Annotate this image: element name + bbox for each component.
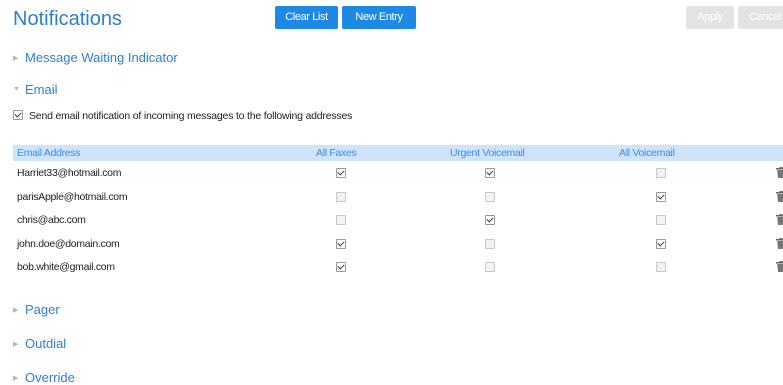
new-entry-button[interactable]: New Entry — [342, 6, 416, 29]
all-voicemail-checkbox[interactable] — [656, 262, 666, 272]
urgent-voicemail-checkbox[interactable] — [485, 262, 495, 272]
urgent-voicemail-checkbox[interactable] — [485, 168, 495, 178]
all-faxes-checkbox[interactable] — [336, 238, 346, 249]
table-row: john.doe@domain.com — [13, 234, 783, 254]
section-message-waiting-indicator[interactable]: ▶ Message Waiting Indicator — [13, 50, 178, 65]
all-faxes-checkbox[interactable] — [336, 168, 346, 178]
triangle-right-icon: ▶ — [13, 54, 19, 62]
email-table-header: Email Address All Faxes Urgent Voicemail… — [13, 145, 783, 161]
cancel-button[interactable]: Cancel — [738, 6, 783, 29]
clear-list-button[interactable]: Clear List — [275, 6, 338, 29]
triangle-right-icon: ▶ — [13, 374, 19, 382]
trash-icon[interactable] — [776, 261, 783, 272]
trash-icon[interactable] — [776, 237, 783, 249]
triangle-right-icon: ▶ — [13, 340, 19, 348]
trash-icon[interactable] — [776, 167, 783, 178]
section-label: Override — [25, 370, 75, 385]
email-address-cell: chris@abc.com — [17, 214, 86, 226]
column-header-email-address[interactable]: Email Address — [17, 147, 81, 159]
column-header-urgent-voicemail[interactable]: Urgent Voicemail — [450, 147, 525, 159]
section-pager[interactable]: ▶ Pager — [13, 302, 60, 317]
table-row: bob.white@gmail.com — [13, 257, 783, 277]
urgent-voicemail-checkbox[interactable] — [485, 215, 495, 225]
section-email[interactable]: ▼ Email — [13, 82, 58, 97]
triangle-down-icon: ▼ — [13, 86, 20, 94]
urgent-voicemail-checkbox[interactable] — [485, 238, 495, 249]
trash-icon[interactable] — [776, 214, 783, 225]
all-voicemail-checkbox[interactable] — [656, 168, 666, 178]
all-faxes-checkbox[interactable] — [336, 215, 346, 225]
table-row: Harriet33@hotmail.com — [13, 163, 783, 183]
send-email-notification-label: Send email notification of incoming mess… — [29, 110, 353, 122]
table-row: parisApple@hotmail.com — [13, 187, 783, 207]
section-label: Email — [25, 82, 58, 97]
email-address-cell: Harriet33@hotmail.com — [17, 167, 122, 179]
all-faxes-checkbox[interactable] — [336, 191, 346, 202]
section-label: Message Waiting Indicator — [25, 50, 178, 65]
triangle-right-icon: ▶ — [13, 306, 19, 314]
section-override[interactable]: ▶ Override — [13, 370, 75, 385]
email-address-cell: john.doe@domain.com — [17, 237, 120, 250]
column-header-all-faxes[interactable]: All Faxes — [316, 147, 357, 159]
send-email-notification-option: Send email notification of incoming mess… — [13, 110, 352, 122]
all-faxes-checkbox[interactable] — [336, 262, 346, 272]
section-label: Pager — [25, 302, 60, 317]
email-address-cell: bob.white@gmail.com — [17, 261, 115, 273]
page-title: Notifications — [13, 8, 122, 30]
trash-icon[interactable] — [776, 190, 783, 202]
apply-button[interactable]: Apply — [686, 6, 734, 29]
all-voicemail-checkbox[interactable] — [656, 191, 666, 202]
section-label: Outdial — [25, 336, 67, 351]
table-row: chris@abc.com — [13, 210, 783, 230]
send-email-notification-checkbox[interactable] — [13, 110, 23, 121]
email-address-cell: parisApple@hotmail.com — [17, 190, 128, 203]
urgent-voicemail-checkbox[interactable] — [485, 191, 495, 202]
all-voicemail-checkbox[interactable] — [656, 238, 666, 249]
column-header-all-voicemail[interactable]: All Voicemail — [619, 147, 675, 159]
all-voicemail-checkbox[interactable] — [656, 215, 666, 225]
section-outdial[interactable]: ▶ Outdial — [13, 336, 66, 351]
